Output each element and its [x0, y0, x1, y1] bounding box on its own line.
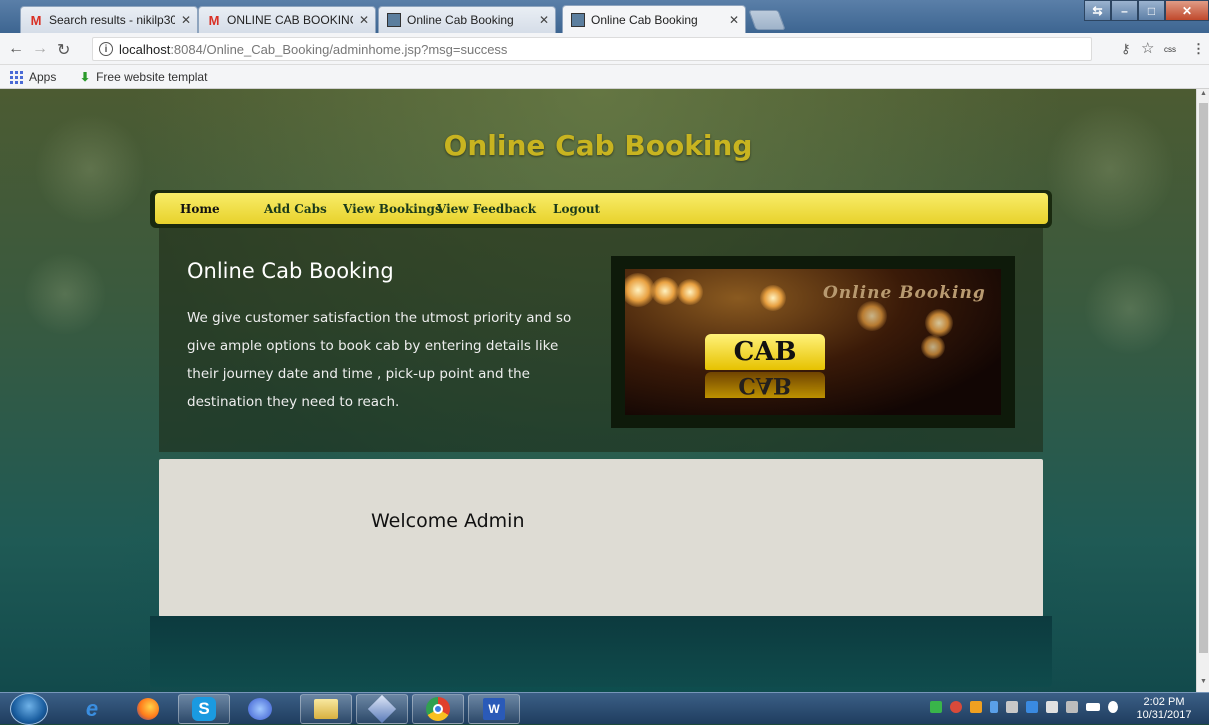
hero-description: We give customer satisfaction the utmost… [187, 310, 572, 410]
reload-icon[interactable]: ↻ [57, 40, 70, 60]
bokeh-light [760, 285, 786, 311]
tray-device-icon[interactable] [1006, 701, 1018, 713]
site-title: Online Cab Booking [443, 129, 753, 162]
signal-icon[interactable] [1086, 703, 1100, 711]
scrollbar-thumb[interactable] [1199, 103, 1208, 653]
bokeh-light [651, 277, 679, 305]
bookmark-star-icon[interactable]: ☆ [1141, 39, 1154, 57]
nav-add-cabs[interactable]: Add Cabs [264, 202, 327, 216]
tray-app-icon[interactable] [970, 701, 982, 713]
browser-tab-strip: M Search results - nikilp30( ✕ M ONLINE … [0, 0, 1209, 33]
download-arrow-icon: ⬇ [80, 70, 91, 84]
bluetooth-icon[interactable] [990, 701, 998, 713]
start-button[interactable] [10, 693, 48, 725]
url-field[interactable]: i localhost:8084/Online_Cab_Booking/admi… [92, 37, 1092, 61]
url-path: :8084/Online_Cab_Booking/adminhome.jsp?m… [170, 41, 508, 57]
bookmark-apps[interactable]: Apps [10, 70, 56, 84]
gmail-icon: M [30, 12, 42, 28]
virtualbox-icon[interactable] [356, 694, 408, 724]
background-flourish [20, 249, 110, 339]
page-viewport: Online Cab Booking Home Add Cabs View Bo… [0, 89, 1196, 692]
cab-hero-image: Online Booking CAB CAB [625, 269, 1001, 415]
hero-image-script-text: Online Booking [823, 283, 986, 303]
tab-title: ONLINE CAB BOOKING - [227, 13, 353, 27]
back-arrow-icon[interactable]: ← [8, 40, 24, 58]
tab-title: Online Cab Booking [591, 12, 698, 27]
tab-online-cab-booking-active[interactable]: Online Cab Booking ✕ [562, 5, 746, 33]
background-flourish [1080, 259, 1180, 359]
tab-title: Search results - nikilp30( [49, 13, 175, 27]
bookmark-free-templates[interactable]: ⬇ Free website templat [80, 70, 207, 84]
bokeh-light [925, 309, 953, 337]
hero-section: Online Cab Booking We give customer sati… [159, 228, 1043, 452]
system-tray [930, 701, 1118, 713]
clock-time: 2:02 PM [1143, 696, 1185, 708]
skype-icon[interactable]: S [178, 694, 230, 724]
close-icon[interactable]: ✕ [729, 13, 739, 27]
nav-home[interactable]: Home [180, 202, 220, 216]
maximize-button[interactable]: □ [1138, 0, 1165, 21]
url-host: localhost [119, 41, 171, 57]
close-icon[interactable]: ✕ [181, 13, 191, 27]
nav-view-bookings[interactable]: View Bookings [343, 202, 442, 216]
apps-grid-icon [10, 70, 23, 84]
address-bar: ← → ↻ i localhost:8084/Online_Cab_Bookin… [0, 33, 1209, 65]
page-favicon-icon [387, 13, 401, 27]
info-icon[interactable]: i [99, 42, 113, 56]
tray-network-icon[interactable] [1026, 701, 1038, 713]
minimize-button[interactable]: – [1111, 0, 1138, 21]
gmail-icon: M [208, 12, 220, 28]
forward-arrow-icon[interactable]: → [32, 40, 48, 58]
tray-status-icon[interactable] [930, 701, 942, 713]
bokeh-light [921, 335, 945, 359]
nav-view-feedback[interactable]: View Feedback [437, 202, 536, 216]
clock-date: 10/31/2017 [1136, 709, 1192, 721]
volume-icon[interactable] [1108, 701, 1118, 713]
tab-search-results[interactable]: M Search results - nikilp30( ✕ [20, 6, 198, 33]
main-nav: Home Add Cabs View Bookings View Feedbac… [155, 193, 1048, 224]
cab-sign-reflection: CAB [705, 372, 825, 398]
background-flourish [30, 109, 150, 229]
menu-icon[interactable]: ⋮ [1192, 41, 1205, 57]
welcome-message: Welcome Admin [371, 510, 525, 532]
hero-heading: Online Cab Booking [187, 259, 394, 283]
scroll-down-arrow-icon[interactable]: ▼ [1197, 678, 1209, 690]
scroll-up-arrow-icon[interactable]: ▲ [1197, 90, 1209, 102]
tab-title: Online Cab Booking [407, 13, 514, 27]
footer-band [150, 616, 1052, 687]
chrome-icon[interactable] [412, 694, 464, 724]
bookmarks-bar: Apps ⬇ Free website templat [0, 65, 1209, 89]
bookmark-label: Apps [29, 70, 57, 84]
close-icon[interactable]: ✕ [539, 13, 549, 27]
action-center-flag-icon[interactable] [1046, 701, 1058, 713]
word-icon[interactable]: W [468, 694, 520, 724]
new-tab-button[interactable] [748, 10, 786, 30]
main-content-panel: Welcome Admin [159, 459, 1043, 617]
tab-online-cab-booking[interactable]: Online Cab Booking ✕ [378, 6, 556, 33]
taskbar-clock[interactable]: 2:02 PM 10/31/2017 [1134, 696, 1194, 722]
internet-explorer-icon[interactable]: e [66, 694, 118, 724]
bokeh-light [677, 279, 703, 305]
cab-sign: CAB [705, 334, 825, 370]
windows-taskbar: e S W 2:02 PM 10/31/2017 [0, 692, 1209, 725]
media-player-icon[interactable] [234, 694, 286, 724]
hero-image-frame: Online Booking CAB CAB [611, 256, 1015, 428]
tab-cab-booking-mail[interactable]: M ONLINE CAB BOOKING - ✕ [198, 6, 376, 33]
tray-app-icon[interactable] [950, 701, 962, 713]
key-icon[interactable]: ⚷ [1121, 41, 1131, 57]
css-extension-icon[interactable]: css [1164, 45, 1176, 54]
window-controls: ⇆ – □ ✕ [1084, 0, 1209, 21]
firefox-icon[interactable] [122, 694, 174, 724]
file-explorer-icon[interactable] [300, 694, 352, 724]
nav-logout[interactable]: Logout [553, 202, 600, 216]
restore-icon[interactable]: ⇆ [1084, 0, 1111, 21]
background-flourish [1040, 99, 1180, 239]
page-favicon-icon [571, 12, 585, 27]
close-icon[interactable]: ✕ [359, 13, 369, 27]
close-window-button[interactable]: ✕ [1165, 0, 1209, 21]
bookmark-label: Free website templat [96, 70, 208, 84]
power-icon[interactable] [1066, 701, 1078, 713]
bokeh-light [857, 301, 887, 331]
vertical-scrollbar[interactable]: ▲ ▼ [1196, 89, 1209, 692]
